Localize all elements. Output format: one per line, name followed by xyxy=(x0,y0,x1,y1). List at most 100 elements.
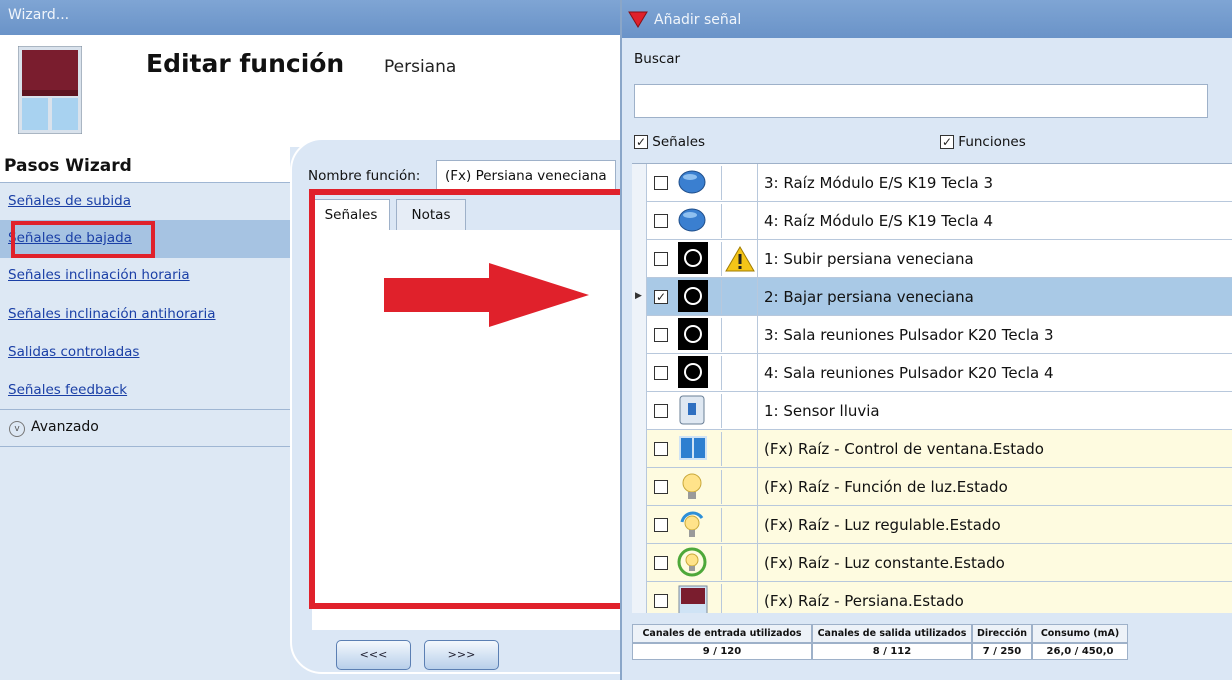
red-triangle-icon xyxy=(628,11,648,28)
warning-icon xyxy=(725,246,755,272)
signal-row[interactable]: 4: Sala reuniones Pulsador K20 Tecla 4 xyxy=(632,354,1232,392)
row-warning-cell xyxy=(722,506,758,544)
constant-light-icon xyxy=(676,546,722,580)
row-signal-name: 2: Bajar persiana veneciana xyxy=(764,288,974,306)
row-signal-name: 1: Sensor lluvia xyxy=(764,402,880,420)
signal-row[interactable]: (Fx) Raíz - Persiana.Estado xyxy=(632,582,1232,613)
step-inclinacion-antihoraria[interactable]: Señales inclinación antihoraria xyxy=(0,296,290,334)
signal-row[interactable]: (Fx) Raíz - Luz constante.Estado xyxy=(632,544,1232,582)
signal-row[interactable]: 1: Subir persiana veneciana xyxy=(632,240,1232,278)
signal-row[interactable]: 4: Raíz Módulo E/S K19 Tecla 4 xyxy=(632,202,1232,240)
row-indicator xyxy=(632,544,647,582)
footer-value-consumo: 26,0 / 450,0 xyxy=(1032,643,1128,660)
window-icon xyxy=(676,432,722,466)
row-warning-cell xyxy=(722,468,758,506)
row-warning-cell xyxy=(722,278,758,316)
prev-button[interactable]: <<< xyxy=(336,640,411,670)
add-signal-titlebar: Añadir señal xyxy=(622,0,1232,38)
push-button-icon xyxy=(676,242,722,276)
filter-senales[interactable]: ✓ Señales xyxy=(634,134,705,150)
row-checkbox[interactable] xyxy=(654,594,668,608)
row-checkbox[interactable] xyxy=(654,480,668,494)
row-warning-cell xyxy=(722,240,758,278)
row-checkbox[interactable]: ✓ xyxy=(654,290,668,304)
row-signal-name: (Fx) Raíz - Control de ventana.Estado xyxy=(764,440,1044,458)
row-checkbox[interactable] xyxy=(654,328,668,342)
filter-senales-label: Señales xyxy=(652,134,706,150)
row-indicator xyxy=(632,506,647,544)
footer-header-direccion: Dirección xyxy=(972,624,1032,643)
checkbox-senales[interactable]: ✓ xyxy=(634,135,648,149)
row-indicator xyxy=(632,202,647,240)
wizard-window: Wizard... Editar función Persiana Pasos … xyxy=(0,0,622,680)
row-pointer-icon: ▶ xyxy=(635,291,642,301)
advanced-expander[interactable]: v Avanzado xyxy=(0,409,290,447)
step-salidas-controladas[interactable]: Salidas controladas xyxy=(0,334,290,372)
add-signal-title: Añadir señal xyxy=(654,12,742,28)
row-signal-name: (Fx) Raíz - Función de luz.Estado xyxy=(764,478,1008,496)
nombre-funcion-label: Nombre función: xyxy=(308,168,421,184)
checkbox-funciones[interactable]: ✓ xyxy=(940,135,954,149)
row-warning-cell xyxy=(722,164,758,202)
row-checkbox[interactable] xyxy=(654,442,668,456)
nombre-funcion-field[interactable]: (Fx) Persiana veneciana xyxy=(436,160,616,190)
row-signal-name: 1: Subir persiana veneciana xyxy=(764,250,974,268)
signal-row[interactable]: ▶ ✓ 2: Bajar persiana veneciana xyxy=(632,278,1232,316)
row-warning-cell xyxy=(722,354,758,392)
row-checkbox[interactable] xyxy=(654,556,668,570)
page-title: Editar función xyxy=(146,49,345,78)
wizard-title: Wizard... xyxy=(0,0,620,35)
wizard-header: Editar función Persiana xyxy=(0,35,620,147)
bulb-icon xyxy=(676,470,722,504)
step-senales-feedback[interactable]: Señales feedback xyxy=(0,372,290,410)
row-checkbox[interactable] xyxy=(654,366,668,380)
arrow-right-icon xyxy=(384,263,589,327)
footer-header-salida: Canales de salida utilizados xyxy=(812,624,972,643)
signal-row[interactable]: (Fx) Raíz - Luz regulable.Estado xyxy=(632,506,1232,544)
footer-header-entrada: Canales de entrada utilizados xyxy=(632,624,812,643)
row-checkbox[interactable] xyxy=(654,404,668,418)
row-warning-cell xyxy=(722,316,758,354)
row-checkbox[interactable] xyxy=(654,252,668,266)
signal-row[interactable]: 1: Sensor lluvia xyxy=(632,392,1232,430)
search-input[interactable] xyxy=(634,84,1208,118)
highlight-box-step xyxy=(11,221,155,258)
add-signal-window: Añadir señal Buscar ✓ Señales ✓ Funcione… xyxy=(622,0,1232,680)
push-button-icon xyxy=(676,280,722,314)
next-button[interactable]: >>> xyxy=(424,640,499,670)
rain-sensor-icon xyxy=(676,394,722,428)
row-checkbox[interactable] xyxy=(654,176,668,190)
row-signal-name: 3: Raíz Módulo E/S K19 Tecla 3 xyxy=(764,174,993,192)
blind-icon xyxy=(676,584,722,613)
signals-grid: 3: Raíz Módulo E/S K19 Tecla 3 4: Raíz Mó… xyxy=(632,163,1232,613)
row-signal-name: 4: Raíz Módulo E/S K19 Tecla 4 xyxy=(764,212,993,230)
signal-row[interactable]: 3: Sala reuniones Pulsador K20 Tecla 3 xyxy=(632,316,1232,354)
row-warning-cell xyxy=(722,430,758,468)
blue-button-icon xyxy=(676,166,722,200)
row-signal-name: (Fx) Raíz - Luz constante.Estado xyxy=(764,554,1005,572)
row-warning-cell xyxy=(722,582,758,613)
push-button-icon xyxy=(676,356,722,390)
signal-row[interactable]: 3: Raíz Módulo E/S K19 Tecla 3 xyxy=(632,164,1232,202)
footer-header-consumo: Consumo (mA) xyxy=(1032,624,1128,643)
row-indicator xyxy=(632,240,647,278)
row-signal-name: (Fx) Raíz - Persiana.Estado xyxy=(764,592,964,610)
row-indicator xyxy=(632,392,647,430)
filter-funciones[interactable]: ✓ Funciones xyxy=(940,134,1026,150)
signal-row[interactable]: (Fx) Raíz - Función de luz.Estado xyxy=(632,468,1232,506)
footer-value-entrada: 9 / 120 xyxy=(632,643,812,660)
row-indicator xyxy=(632,354,647,392)
row-checkbox[interactable] xyxy=(654,518,668,532)
row-checkbox[interactable] xyxy=(654,214,668,228)
page-subtitle: Persiana xyxy=(384,57,457,77)
step-inclinacion-horaria[interactable]: Señales inclinación horaria xyxy=(0,257,290,295)
row-indicator xyxy=(632,316,647,354)
row-warning-cell xyxy=(722,544,758,582)
row-indicator: ▶ xyxy=(632,278,647,316)
advanced-label: Avanzado xyxy=(31,419,99,435)
step-senales-subida[interactable]: Señales de subida xyxy=(0,183,290,221)
dimmable-bulb-icon xyxy=(676,508,722,542)
blue-button-icon xyxy=(676,204,722,238)
blind-icon xyxy=(18,46,82,134)
signal-row[interactable]: (Fx) Raíz - Control de ventana.Estado xyxy=(632,430,1232,468)
